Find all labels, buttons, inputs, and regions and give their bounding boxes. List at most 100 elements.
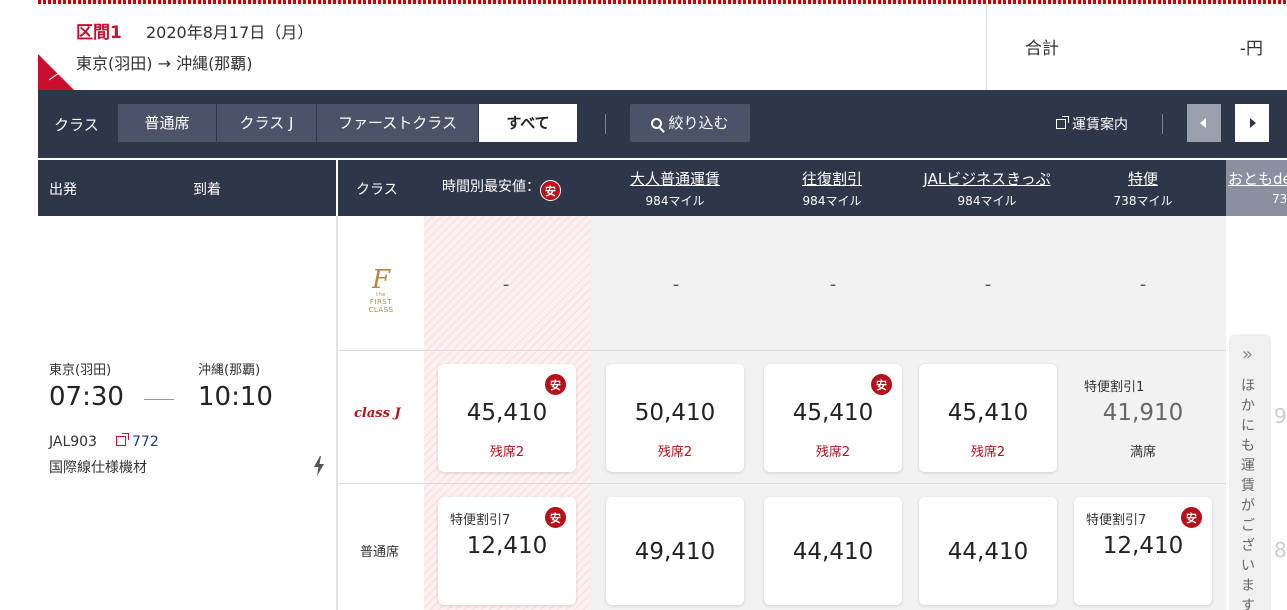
fare-name-partial: おともde bbox=[1228, 170, 1287, 188]
fare-miles: 984マイル bbox=[645, 194, 705, 208]
fare-tag: 特便割引1 bbox=[1084, 380, 1145, 395]
tab-first-class[interactable]: ファーストクラス bbox=[317, 104, 479, 142]
column-header-row: 出発 到着 クラス 時間別最安値：安 大人普通運賃 984マイル 往復割引 98… bbox=[38, 160, 1287, 216]
tab-economy[interactable]: 普通席 bbox=[118, 104, 217, 142]
flight-info: 東京(羽田) 沖縄(那覇) 07:30 10:10 JAL903 772 国際線… bbox=[38, 216, 338, 610]
first-fare-cell: - bbox=[672, 274, 680, 295]
scroll-right-button[interactable] bbox=[1235, 104, 1269, 142]
fare-grid: F the FIRST CLASS - - - - - class J 安 45… bbox=[338, 216, 1226, 610]
fare-name: 特便 bbox=[1127, 170, 1158, 188]
segment-route: 東京(羽田) → 沖縄(那覇) bbox=[76, 54, 253, 73]
col-fare-tokubin[interactable]: 特便 738マイル bbox=[1078, 168, 1208, 209]
fare-card[interactable]: 45,410 残席2 bbox=[919, 364, 1057, 472]
col-fare-adult-normal[interactable]: 大人普通運賃 984マイル bbox=[610, 168, 740, 209]
first-class-logo-mark: F bbox=[371, 265, 391, 295]
departure-airport: 東京(羽田) bbox=[49, 363, 112, 378]
fare-price: 49,410 bbox=[634, 539, 716, 565]
segment-info: 区間1 2020年8月17日（月） 東京(羽田) → 沖縄(那覇) bbox=[38, 4, 986, 90]
economy-label: 普通席 bbox=[360, 545, 400, 560]
peek-price: 8 bbox=[1274, 538, 1287, 562]
seats-left: 残席2 bbox=[970, 445, 1006, 460]
fare-miles: 984マイル bbox=[957, 194, 1017, 208]
fare-cell-soldout: 特便割引1 41,910 満席 bbox=[1074, 364, 1212, 472]
segment-header: 区間1 2020年8月17日（月） 東京(羽田) → 沖縄(那覇) 合計 -円 bbox=[38, 4, 1287, 90]
fare-card[interactable]: 安 45,410 残席2 bbox=[764, 364, 902, 472]
total-value: -円 bbox=[1239, 39, 1263, 59]
total-label: 合計 bbox=[1025, 39, 1059, 59]
aircraft-link[interactable]: 772 bbox=[116, 433, 159, 450]
fare-name: JALビジネスきっぷ bbox=[923, 170, 1051, 188]
row-divider bbox=[338, 350, 1226, 351]
cheapest-badge-icon: 安 bbox=[871, 374, 892, 395]
col-cheapest: 時間別最安値：安 bbox=[442, 176, 561, 201]
fare-miles-partial: 738 bbox=[1272, 192, 1287, 206]
fare-card[interactable]: 特便割引7 安 12,410 bbox=[1074, 497, 1212, 605]
filter-button[interactable]: 絞り込む bbox=[630, 104, 750, 142]
class-j-logo: class J bbox=[354, 406, 401, 421]
toolbar-divider bbox=[605, 114, 606, 134]
fare-price: 12,410 bbox=[466, 533, 548, 559]
class-toolbar: クラス 普通席 クラス J ファーストクラス すべて 絞り込む 運賃案内 bbox=[38, 90, 1287, 158]
fare-tag: 特便割引7 bbox=[1086, 513, 1147, 528]
aircraft-note: 国際線仕様機材 bbox=[49, 460, 147, 476]
double-chevron-right-icon: » bbox=[1242, 344, 1254, 365]
fare-price: 45,410 bbox=[792, 400, 874, 426]
fare-card[interactable]: 安 45,410 残席2 bbox=[438, 364, 576, 472]
fare-guide-label: 運賃案内 bbox=[1072, 117, 1128, 133]
fare-price: 44,410 bbox=[792, 539, 874, 565]
column-split bbox=[336, 160, 338, 216]
col-cheapest-label: 時間別最安値： bbox=[442, 179, 540, 195]
row-divider bbox=[338, 483, 1226, 484]
fare-card[interactable]: 特便割引7 安 12,410 bbox=[438, 497, 576, 605]
first-fare-cell: - bbox=[829, 274, 837, 295]
chevron-left-icon bbox=[1200, 118, 1206, 128]
search-icon bbox=[651, 118, 663, 129]
col-departure: 出発 bbox=[49, 182, 77, 198]
tab-all[interactable]: すべて bbox=[479, 104, 578, 142]
first-cheapest-cell: - bbox=[502, 274, 510, 295]
first-fare-cell: - bbox=[1139, 274, 1147, 295]
fare-card[interactable]: 50,410 残席2 bbox=[606, 364, 744, 472]
fare-price: 12,410 bbox=[1102, 533, 1184, 559]
fare-card[interactable]: 44,410 bbox=[919, 497, 1057, 605]
class-label: クラス bbox=[54, 116, 99, 134]
fare-card[interactable]: 49,410 bbox=[606, 497, 744, 605]
col-fare-partial[interactable]: おともde 738 bbox=[1226, 160, 1287, 216]
class-tabs: 普通席 クラス J ファーストクラス すべて bbox=[118, 104, 578, 142]
corner-triangle bbox=[38, 54, 74, 90]
arrival-airport: 沖縄(那覇) bbox=[198, 363, 261, 378]
fare-price: 45,410 bbox=[947, 400, 1029, 426]
col-fare-business[interactable]: JALビジネスきっぷ 984マイル bbox=[914, 168, 1060, 209]
first-class-logo: F the FIRST CLASS bbox=[358, 265, 404, 314]
fare-guide-link[interactable]: 運賃案内 bbox=[1056, 114, 1128, 134]
total-panel: 合計 -円 bbox=[986, 4, 1287, 90]
fare-tag: 特便割引7 bbox=[450, 513, 511, 528]
cheapest-badge-icon: 安 bbox=[1181, 507, 1202, 528]
external-link-icon bbox=[1056, 116, 1069, 129]
seats-left: 残席2 bbox=[657, 445, 693, 460]
aircraft-type: 772 bbox=[132, 434, 159, 450]
time-separator bbox=[144, 399, 174, 400]
chevron-right-icon bbox=[1250, 118, 1256, 128]
more-fares-button[interactable]: » ほかにも運賃がございます bbox=[1229, 334, 1271, 610]
segment-date: 2020年8月17日（月） bbox=[146, 23, 314, 42]
cheapest-badge-icon: 安 bbox=[540, 180, 561, 201]
fare-price: 50,410 bbox=[634, 400, 716, 426]
arrival-time: 10:10 bbox=[198, 382, 273, 412]
seats-left: 残席2 bbox=[489, 445, 525, 460]
more-fares-text: ほかにも運賃がございます bbox=[1241, 378, 1255, 610]
fare-price: 41,910 bbox=[1102, 400, 1184, 426]
power-outlet-icon bbox=[314, 456, 324, 476]
fare-price: 45,410 bbox=[466, 400, 548, 426]
first-class-logo-text: FIRST CLASS bbox=[368, 298, 394, 314]
col-fare-round-trip[interactable]: 往復割引 984マイル bbox=[767, 168, 897, 209]
fare-miles: 984マイル bbox=[802, 194, 862, 208]
toolbar-divider-2 bbox=[1162, 114, 1163, 134]
fare-card[interactable]: 44,410 bbox=[764, 497, 902, 605]
col-arrival: 到着 bbox=[193, 182, 221, 198]
external-link-icon bbox=[116, 433, 129, 446]
filter-label: 絞り込む bbox=[668, 114, 729, 132]
scroll-left-button[interactable] bbox=[1187, 104, 1221, 142]
tab-class-j[interactable]: クラス J bbox=[217, 104, 317, 142]
flight-number: JAL903 bbox=[49, 434, 97, 450]
